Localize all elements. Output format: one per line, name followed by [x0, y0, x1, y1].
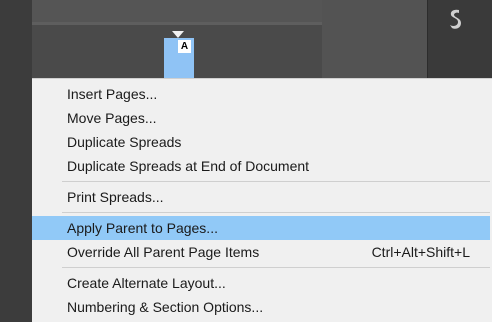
- menu-item-shortcut: Ctrl+Alt+Shift+L: [371, 244, 470, 260]
- panel-top-bar: [32, 0, 322, 22]
- script-s-icon[interactable]: [440, 4, 470, 34]
- menu-item-override-all-parent-page-items[interactable]: Override All Parent Page Items Ctrl+Alt+S…: [32, 240, 490, 264]
- menu-item-apply-parent-to-pages[interactable]: Apply Parent to Pages...: [32, 216, 490, 240]
- menu-item-numbering-section-options[interactable]: Numbering & Section Options...: [32, 295, 490, 319]
- context-menu: Insert Pages... Move Pages... Duplicate Sp…: [32, 78, 492, 322]
- menu-item-move-pages[interactable]: Move Pages...: [32, 106, 490, 130]
- panel-gap: [322, 0, 427, 78]
- menu-item-label: Duplicate Spreads: [67, 134, 182, 150]
- menu-separator: [62, 267, 490, 268]
- menu-item-label: Duplicate Spreads at End of Document: [67, 158, 310, 174]
- menu-item-label: Print Spreads...: [67, 189, 164, 205]
- left-strip: [0, 0, 32, 322]
- menu-item-label: Create Alternate Layout...: [67, 275, 226, 291]
- menu-separator: [62, 212, 490, 213]
- menu-item-duplicate-spreads[interactable]: Duplicate Spreads: [32, 130, 490, 154]
- parent-prefix-label: A: [178, 40, 191, 53]
- menu-item-label: Apply Parent to Pages...: [67, 220, 218, 236]
- menu-item-label: Move Pages...: [67, 110, 157, 126]
- menu-separator: [62, 181, 490, 182]
- menu-item-create-alternate-layout[interactable]: Create Alternate Layout...: [32, 271, 490, 295]
- menu-item-duplicate-spreads-at-end-of-document[interactable]: Duplicate Spreads at End of Document: [32, 154, 490, 178]
- menu-item-label: Override All Parent Page Items: [67, 244, 260, 260]
- menu-item-insert-pages[interactable]: Insert Pages...: [32, 82, 490, 106]
- menu-item-label: Numbering & Section Options...: [67, 299, 264, 315]
- menu-item-label: Insert Pages...: [67, 86, 158, 102]
- menu-item-print-spreads[interactable]: Print Spreads...: [32, 185, 490, 209]
- current-page-indicator: [172, 31, 184, 38]
- panel-divider: [32, 22, 322, 25]
